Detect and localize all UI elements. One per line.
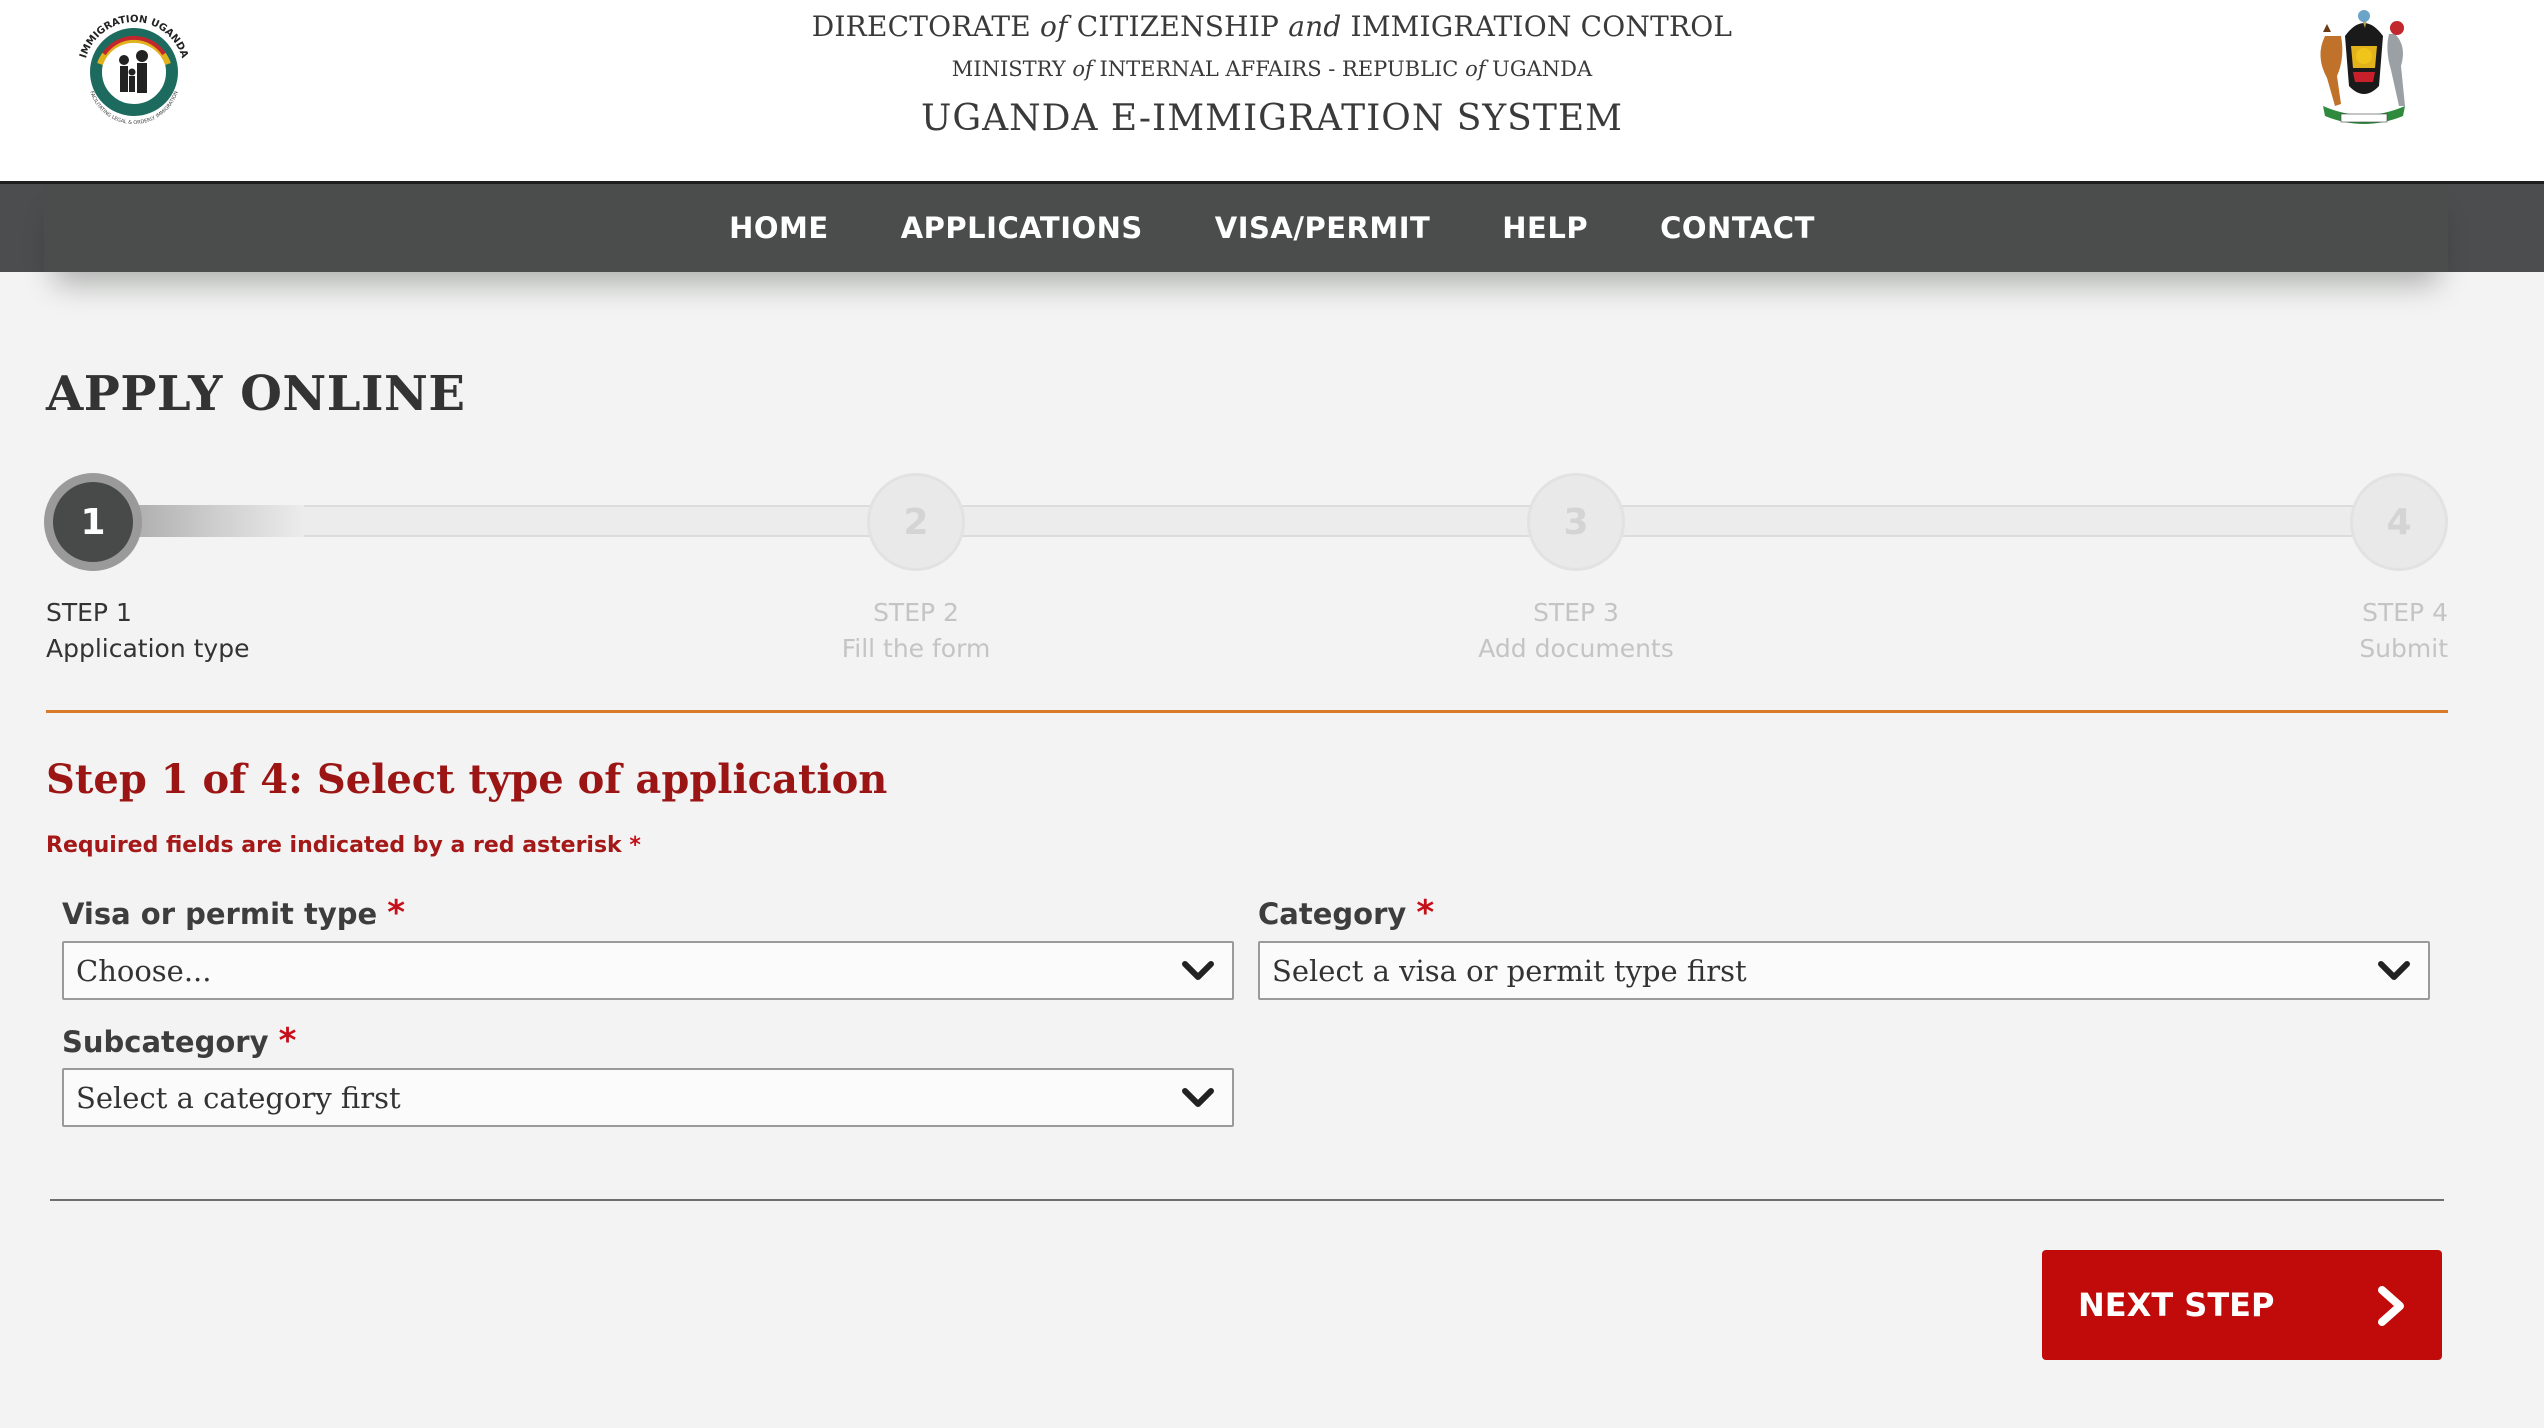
nav-items: HOME APPLICATIONS VISA/PERMIT HELP CONTA… (0, 184, 2544, 272)
step-3-label: STEP 3 Add documents (1478, 598, 1674, 663)
step-2-circle: 2 (867, 473, 965, 571)
directorate-title: DIRECTORATE of CITIZENSHIP and IMMIGRATI… (811, 10, 1733, 43)
category-label: Category * (1258, 893, 1435, 933)
next-step-button[interactable]: NEXT STEP (2042, 1250, 2442, 1360)
form-heading: Step 1 of 4: Select type of application (46, 756, 888, 803)
step-3-circle: 3 (1527, 473, 1625, 571)
nav-item-home[interactable]: HOME (693, 211, 865, 245)
visa-type-select[interactable]: Choose... (62, 941, 1234, 1000)
ministry-subtitle: MINISTRY of INTERNAL AFFAIRS - REPUBLIC … (951, 57, 1593, 81)
chevron-down-icon (1182, 961, 1214, 980)
main-nav: HOME APPLICATIONS VISA/PERMIT HELP CONTA… (0, 181, 2544, 272)
nav-item-applications[interactable]: APPLICATIONS (865, 211, 1179, 245)
nav-item-help[interactable]: HELP (1466, 211, 1624, 245)
category-value: Select a visa or permit type first (1272, 953, 1747, 988)
subcategory-value: Select a category first (76, 1080, 401, 1115)
category-select[interactable]: Select a visa or permit type first (1258, 941, 2430, 1000)
subcategory-select[interactable]: Select a category first (62, 1068, 1234, 1127)
subcategory-label: Subcategory * (62, 1021, 297, 1061)
step-1-label: STEP 1 Application type (46, 598, 250, 663)
page-title: APPLY ONLINE (46, 366, 466, 422)
stepper-track (92, 505, 2402, 537)
visa-type-value: Choose... (76, 953, 212, 988)
site-header: IMMIGRATION UGANDA FACILITATING LEGAL & … (0, 0, 2544, 181)
form-footer-divider (50, 1199, 2444, 1201)
chevron-right-icon (2378, 1286, 2404, 1326)
step-4-label: STEP 4 Submit (2359, 598, 2448, 663)
step-1-circle: 1 (44, 473, 142, 571)
chevron-down-icon (1182, 1088, 1214, 1107)
step-2-label: STEP 2 Fill the form (841, 598, 991, 663)
visa-type-label: Visa or permit type * (62, 893, 406, 933)
uganda-coat-of-arms-icon[interactable] (2305, 6, 2423, 134)
required-fields-note: Required fields are indicated by a red a… (46, 833, 641, 858)
system-title: UGANDA E-IMMIGRATION SYSTEM (921, 98, 1623, 139)
step-4-circle: 4 (2350, 473, 2448, 571)
next-step-label: NEXT STEP (2078, 1286, 2275, 1324)
chevron-down-icon (2378, 961, 2410, 980)
nav-item-contact[interactable]: CONTACT (1624, 211, 1851, 245)
section-divider (46, 710, 2448, 713)
nav-item-visa-permit[interactable]: VISA/PERMIT (1179, 211, 1466, 245)
